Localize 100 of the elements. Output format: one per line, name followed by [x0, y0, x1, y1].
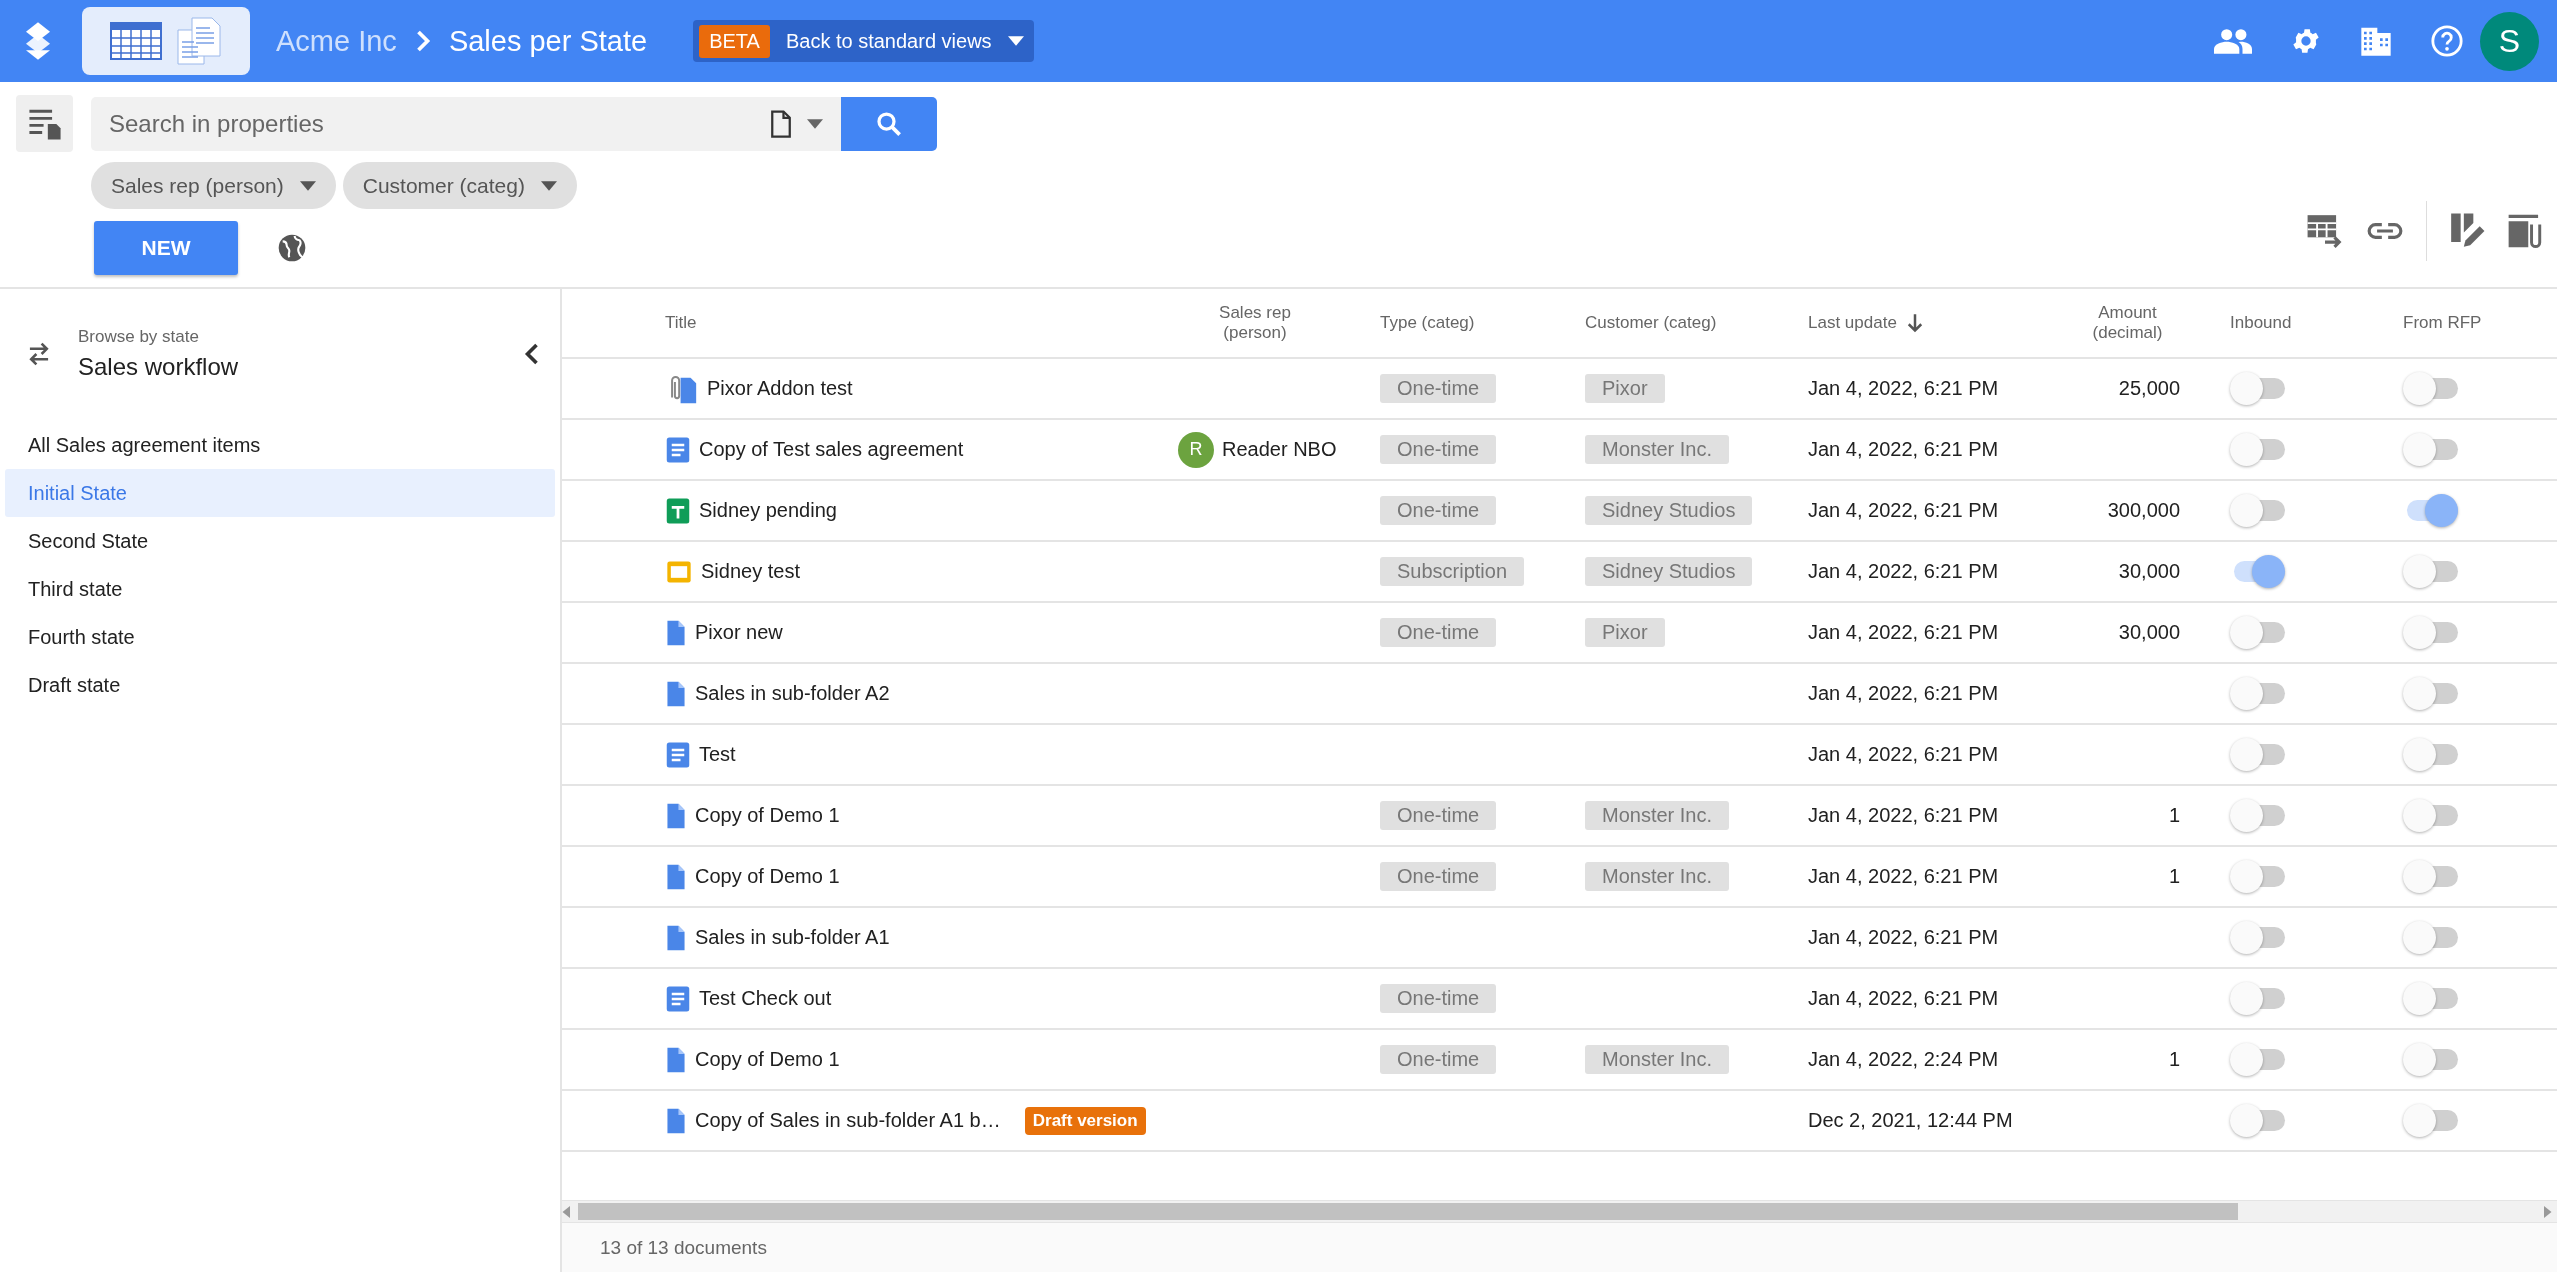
toggle-switch[interactable]	[2403, 860, 2458, 893]
toggle-switch[interactable]	[2230, 494, 2285, 527]
chevron-left-icon[interactable]	[524, 342, 540, 366]
toggle-switch[interactable]	[2403, 738, 2458, 771]
type-tag: One-time	[1380, 801, 1497, 830]
column-header[interactable]: Customer (categ)	[1585, 313, 1717, 333]
toggle-switch[interactable]	[2403, 616, 2458, 649]
document-title[interactable]: Sidney test	[701, 560, 800, 583]
amount-text: 30,000	[2118, 621, 2180, 644]
column-header[interactable]: Last update	[1808, 313, 1897, 333]
toggle-switch[interactable]	[2230, 372, 2285, 405]
view-switch-button[interactable]: BETA Back to standard views	[693, 20, 1034, 62]
document-title[interactable]: Test	[699, 743, 736, 766]
sidebar-item[interactable]: Initial State	[5, 469, 555, 517]
document-title[interactable]: Copy of Test sales agreement	[699, 438, 964, 461]
column-header[interactable]: Inbound	[2230, 313, 2292, 333]
globe-icon[interactable]	[276, 232, 308, 264]
column-header[interactable]: Type (categ)	[1380, 313, 1475, 333]
toggle-switch[interactable]	[2403, 372, 2458, 405]
type-tag: One-time	[1380, 496, 1497, 525]
type-tag: One-time	[1380, 374, 1497, 403]
sidebar-item[interactable]: Fourth state	[5, 613, 555, 661]
document-title[interactable]: Sales in sub-folder A1	[695, 926, 890, 949]
document-title[interactable]: Pixor Addon test	[707, 377, 853, 400]
date-text: Jan 4, 2022, 6:21 PM	[1808, 621, 1999, 644]
amount-text: 1	[2168, 865, 2180, 888]
column-header[interactable]: Sales rep (person)	[1200, 303, 1310, 343]
column-header[interactable]: From RFP	[2403, 313, 2482, 333]
scroll-left-icon[interactable]	[562, 1205, 572, 1218]
amount-text: 1	[2168, 804, 2180, 827]
new-button[interactable]: NEW	[94, 221, 238, 275]
toggle-switch[interactable]	[2403, 982, 2458, 1015]
help-icon[interactable]	[2430, 24, 2464, 58]
type-tag: One-time	[1380, 435, 1497, 464]
customer-tag: Monster Inc.	[1585, 435, 1730, 464]
user-avatar[interactable]: S	[2480, 11, 2539, 71]
date-text: Jan 4, 2022, 6:21 PM	[1808, 926, 1999, 949]
caret-icon	[1007, 36, 1024, 46]
document-title[interactable]: Pixor new	[695, 621, 783, 644]
column-edit-icon[interactable]	[2449, 212, 2485, 250]
scroll-right-icon[interactable]	[2542, 1205, 2552, 1218]
app-thumbnail[interactable]	[82, 7, 250, 75]
toggle-switch[interactable]	[2403, 921, 2458, 954]
document-title[interactable]: Copy of Sales in sub-folder A1 b…	[695, 1109, 1001, 1132]
toggle-switch[interactable]	[2403, 799, 2458, 832]
sidebar-item[interactable]: Second State	[5, 517, 555, 565]
toggle-switch[interactable]	[2230, 982, 2285, 1015]
customer-tag: Pixor	[1585, 374, 1665, 403]
chevron-right-icon	[414, 29, 431, 53]
sort-descending-icon[interactable]	[1906, 313, 1923, 333]
attachment-icon[interactable]	[2507, 213, 2543, 249]
document-title[interactable]: Sidney pending	[699, 499, 837, 522]
amount-text: 30,000	[2118, 560, 2180, 583]
toggle-switch[interactable]	[2230, 860, 2285, 893]
toggle-switch[interactable]	[2230, 1043, 2285, 1076]
toggle-switch[interactable]	[2230, 921, 2285, 954]
amount-text: 300,000	[2107, 499, 2180, 522]
toggle-switch[interactable]	[2403, 1043, 2458, 1076]
scrollbar-thumb[interactable]	[578, 1203, 2238, 1220]
document-title[interactable]: Sales in sub-folder A2	[695, 682, 890, 705]
toggle-switch[interactable]	[2403, 677, 2458, 710]
draft-badge: Draft version	[1024, 1106, 1146, 1135]
sidebar-item[interactable]: Draft state	[5, 661, 555, 709]
document-title[interactable]: Copy of Demo 1	[695, 804, 840, 827]
date-text: Jan 4, 2022, 2:24 PM	[1808, 1048, 1999, 1071]
toggle-switch[interactable]	[2403, 555, 2458, 588]
date-text: Jan 4, 2022, 6:21 PM	[1808, 804, 1999, 827]
toggle-switch[interactable]	[2230, 1104, 2285, 1137]
document-count: 13 of 13 documents	[562, 1222, 2557, 1272]
filter-chip[interactable]: Customer (categ)	[342, 162, 577, 209]
building-icon[interactable]	[2360, 26, 2392, 56]
toggle-switch[interactable]	[2403, 1104, 2458, 1137]
file-type-dropdown[interactable]	[761, 96, 841, 151]
sidebar-toggle-button[interactable]	[16, 95, 73, 152]
search-button[interactable]	[841, 96, 937, 151]
toggle-switch[interactable]	[2230, 677, 2285, 710]
document-title[interactable]: Copy of Demo 1	[695, 865, 840, 888]
link-icon[interactable]	[2366, 220, 2404, 242]
sidebar-item[interactable]: Third state	[5, 565, 555, 613]
customer-tag: Sidney Studios	[1585, 496, 1753, 525]
people-icon[interactable]	[2214, 28, 2252, 54]
document-title[interactable]: Test Check out	[699, 987, 832, 1010]
document-title[interactable]: Copy of Demo 1	[695, 1048, 840, 1071]
filter-chip[interactable]: Sales rep (person)	[91, 162, 336, 209]
toggle-switch[interactable]	[2403, 433, 2458, 466]
toggle-switch[interactable]	[2230, 738, 2285, 771]
date-text: Jan 4, 2022, 6:21 PM	[1808, 987, 1999, 1010]
toggle-switch[interactable]	[2230, 433, 2285, 466]
search-field[interactable]: Search in properties	[91, 96, 761, 151]
workflow-title: Sales workflow	[78, 353, 240, 381]
column-header[interactable]: Amount (decimal)	[2082, 303, 2173, 343]
sidebar-item[interactable]: All Sales agreement items	[5, 421, 555, 469]
toggle-switch[interactable]	[2230, 616, 2285, 649]
table-export-icon[interactable]	[2306, 213, 2344, 249]
type-tag: One-time	[1380, 984, 1497, 1013]
list-document-icon	[27, 107, 62, 140]
toggle-switch[interactable]	[2230, 799, 2285, 832]
column-header[interactable]: Title	[665, 313, 697, 333]
caret-icon	[299, 180, 316, 191]
amount-text: 25,000	[2118, 377, 2180, 400]
